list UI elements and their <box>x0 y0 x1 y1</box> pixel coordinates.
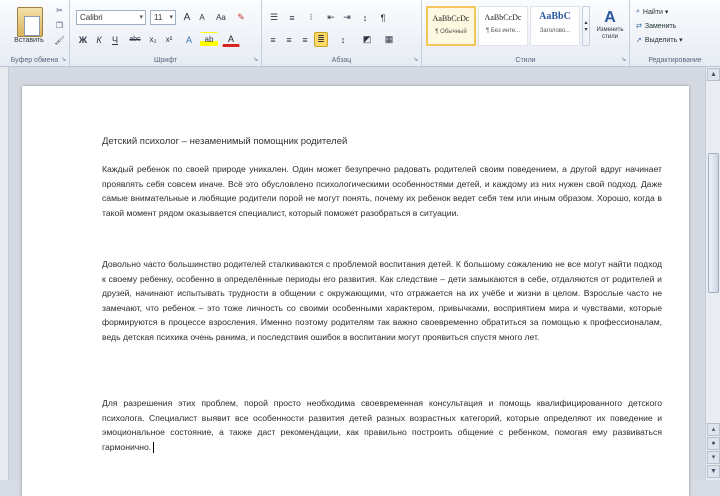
shrink-font-button[interactable]: A <box>195 10 209 25</box>
style-name: ¶ Обычный <box>435 29 467 35</box>
scroll-up-icon[interactable]: ▲ <box>707 68 720 81</box>
format-painter-icon[interactable]: 🖌 <box>54 36 65 45</box>
multilevel-list-icon[interactable]: ⁝ <box>302 10 320 25</box>
change-styles-label: Изменить стили <box>596 27 624 40</box>
font-name-value: Calibri <box>80 13 103 22</box>
browse-object-icon[interactable]: ● <box>707 437 720 450</box>
style-sample: AaBbC <box>539 11 571 22</box>
font-size-combo[interactable]: 11 ▾ <box>150 10 176 25</box>
ribbon: Вставить ✂ ❐ 🖌 Буфер обмена ↘ Calibri ▾ … <box>0 0 720 67</box>
font-group: Calibri ▾ 11 ▾ A A Aa ✎ Ж К Ч abc x₂ x² … <box>70 0 262 66</box>
replace-label: Заменить <box>644 22 677 30</box>
cut-icon[interactable]: ✂ <box>54 6 65 15</box>
paste-label: Вставить <box>14 37 44 44</box>
find-button[interactable]: ⌕ Найти ▾ <box>636 6 668 18</box>
select-label: Выделить ▾ <box>644 37 683 44</box>
subscript-button[interactable]: x₂ <box>146 32 160 47</box>
font-color-button[interactable]: A <box>222 32 240 47</box>
line-spacing-icon[interactable]: ↕ <box>334 32 352 47</box>
show-marks-icon[interactable]: ¶ <box>376 10 390 25</box>
highlight-button[interactable]: ab <box>200 32 218 47</box>
select-icon: ➚ <box>636 37 642 44</box>
find-label: Найти ▾ <box>642 9 669 16</box>
text-effects-icon[interactable]: A <box>182 32 196 47</box>
document-paragraph: Довольно часто большинство родителей ста… <box>102 259 662 342</box>
scrollbar-thumb[interactable] <box>708 153 719 293</box>
paragraph-group-label: Абзац <box>331 57 352 64</box>
scroll-down-icon[interactable]: ▼ <box>707 465 720 478</box>
replace-button[interactable]: ⇄ Заменить <box>636 20 676 32</box>
shading-icon[interactable]: ◩ <box>358 32 376 47</box>
styles-scroll-icon[interactable]: ▴ ▾ <box>582 6 590 46</box>
paragraph-text: Для разрешения этих проблем, порой прост… <box>102 398 662 452</box>
vertical-scrollbar[interactable]: ▲ ▴ ● ▾ ▼ <box>705 67 720 480</box>
align-right-icon[interactable]: ≡ <box>298 32 312 47</box>
font-group-label: Шрифт <box>153 57 178 64</box>
styles-group: AaBbCcDc ¶ Обычный AaBbCcDc ¶ Без инте..… <box>422 0 630 66</box>
font-name-combo[interactable]: Calibri ▾ <box>76 10 146 25</box>
document-paragraph: Для разрешения этих проблем, порой прост… <box>102 396 662 454</box>
chevron-down-icon: ▾ <box>139 14 143 21</box>
strikethrough-button[interactable]: abc <box>126 32 144 47</box>
replace-icon: ⇄ <box>636 23 642 30</box>
style-name: Заголово... <box>539 28 571 34</box>
paragraph-launcher-icon[interactable]: ↘ <box>413 57 418 63</box>
increase-indent-icon[interactable]: ⇥ <box>340 10 354 25</box>
document-title: Детский психолог – незаменимый помощник … <box>102 136 348 147</box>
vertical-ruler <box>0 67 9 480</box>
editing-group: ⌕ Найти ▾ ⇄ Заменить ➚ Выделить ▾ Редакт… <box>630 0 720 66</box>
next-page-icon[interactable]: ▾ <box>707 451 720 464</box>
style-name: ¶ Без инте... <box>485 28 521 34</box>
align-center-icon[interactable]: ≡ <box>282 32 296 47</box>
numbering-icon[interactable]: ≡ <box>284 10 300 25</box>
ruler-toggle-icon[interactable]: ▴ <box>707 423 720 436</box>
styles-launcher-icon[interactable]: ↘ <box>621 57 626 63</box>
paste-button[interactable]: Вставить <box>2 2 50 46</box>
change-styles-icon: A <box>604 9 616 26</box>
font-launcher-icon[interactable]: ↘ <box>253 57 258 63</box>
bold-button[interactable]: Ж <box>76 32 90 47</box>
binoculars-icon: ⌕ <box>636 8 640 15</box>
style-heading1[interactable]: AaBbC Заголово... <box>530 6 580 46</box>
superscript-button[interactable]: x² <box>162 32 176 47</box>
italic-button[interactable]: К <box>92 32 106 47</box>
underline-button[interactable]: Ч <box>108 32 122 47</box>
clipboard-group: Вставить ✂ ❐ 🖌 Буфер обмена ↘ <box>0 0 70 66</box>
style-normal[interactable]: AaBbCcDc ¶ Обычный <box>426 6 476 46</box>
style-sample: AaBbCcDc <box>484 13 522 22</box>
text-caret <box>153 441 155 453</box>
clipboard-group-label: Буфер обмена <box>10 57 59 64</box>
grow-font-button[interactable]: A <box>180 10 194 25</box>
sort-icon[interactable]: ↕ <box>358 10 372 25</box>
style-sample: AaBbCcDc <box>432 14 470 23</box>
align-left-icon[interactable]: ≡ <box>266 32 280 47</box>
style-no-spacing[interactable]: AaBbCcDc ¶ Без инте... <box>478 6 528 46</box>
change-case-button[interactable]: Aa <box>213 10 229 25</box>
justify-icon[interactable]: ≣ <box>314 32 328 47</box>
clear-format-icon[interactable]: ✎ <box>233 10 249 25</box>
document-page[interactable]: Детский психолог – незаменимый помощник … <box>22 86 689 496</box>
chevron-down-icon: ▾ <box>169 14 173 21</box>
borders-icon[interactable]: ▦ <box>380 32 398 47</box>
select-button[interactable]: ➚ Выделить ▾ <box>636 34 683 46</box>
decrease-indent-icon[interactable]: ⇤ <box>324 10 338 25</box>
paste-icon <box>17 7 43 37</box>
document-paragraph: Каждый ребенок по своей природе уникален… <box>102 164 662 218</box>
change-styles-button[interactable]: A Изменить стили <box>592 2 628 48</box>
paragraph-group: ☰ ≡ ⁝ ⇤ ⇥ ↕ ¶ ≡ ≡ ≡ ≣ ↕ ◩ ▦ Абзац ↘ <box>262 0 422 66</box>
font-size-value: 11 <box>154 13 163 22</box>
copy-icon[interactable]: ❐ <box>54 21 65 30</box>
styles-group-label: Стили <box>515 57 536 64</box>
bullets-icon[interactable]: ☰ <box>266 10 282 25</box>
editing-group-label: Редактирование <box>648 57 702 64</box>
clipboard-launcher-icon[interactable]: ↘ <box>61 57 66 63</box>
